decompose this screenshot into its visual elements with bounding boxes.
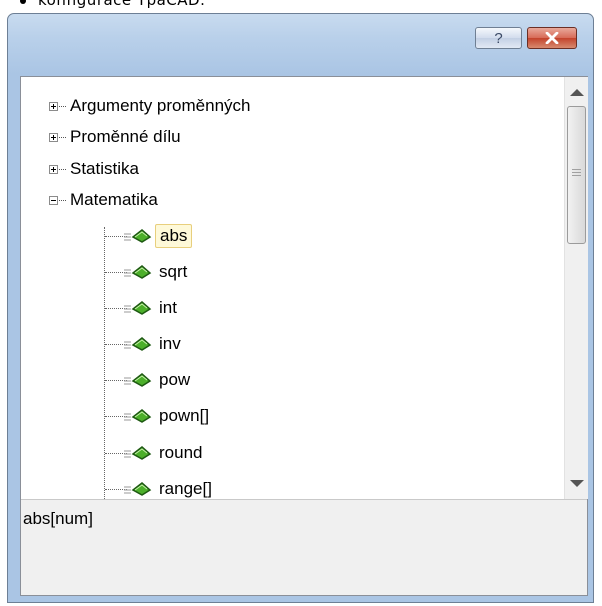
tree-group-label: Proměnné dílu [70,127,181,146]
vertical-scrollbar[interactable] [564,77,588,499]
caption-label: konfigurace TpaCAD. [38,0,206,9]
tree-group-label: Matematika [70,190,158,209]
tree-item-label: sqrt [159,262,188,281]
description-text: abs[num] [23,509,93,528]
expand-plus-icon[interactable] [49,101,58,111]
tree-item-pown[interactable]: pown[] [121,401,213,431]
tree-item-label: inv [159,334,181,353]
help-icon: ? [494,29,503,47]
tree-item-inv[interactable]: inv [121,329,185,359]
tree-item-label: abs [155,224,193,248]
scroll-up-arrow-icon[interactable] [570,89,584,96]
tree-item-pow[interactable]: pow [121,365,194,395]
function-icon [121,407,153,425]
description-panel: abs[num] [21,499,587,595]
close-button[interactable] [527,27,577,49]
tree-group-statistika[interactable]: Statistika [49,154,139,184]
caption-text: konfigurace TpaCAD. [20,0,205,9]
function-icon [121,335,153,353]
function-icon [121,263,153,281]
function-icon [121,444,153,462]
tree-group-label: Argumenty proměnných [70,96,251,115]
function-icon [121,299,153,317]
tree-item-int[interactable]: int [121,293,181,323]
dialog-window: ? Argumenty proměnných Proměnné dílu Sta… [7,13,594,603]
function-icon [121,227,153,245]
tree-connector-line [104,227,105,499]
function-icon [121,371,153,389]
tree-item-label: round [159,443,203,462]
tree-item-label: pown[] [159,406,210,425]
tree-group-label: Statistika [70,159,139,178]
tree-item-round[interactable]: round [121,438,206,468]
tree-group-argumenty[interactable]: Argumenty proměnných [49,91,250,121]
tree-item-abs[interactable]: abs [121,221,193,251]
scrollbar-thumb[interactable] [567,106,586,244]
help-button[interactable]: ? [475,27,522,49]
collapse-minus-icon[interactable] [49,195,58,205]
tree-item-label: pow [159,370,191,389]
tree-item-range[interactable]: range[] [121,474,216,499]
expand-plus-icon[interactable] [49,164,58,174]
function-icon [121,480,153,498]
tree-item-label: range[] [159,479,212,498]
scroll-down-arrow-icon[interactable] [570,480,584,487]
function-tree[interactable]: Argumenty proměnných Proměnné dílu Stati… [21,77,564,499]
bullet-icon [20,0,26,4]
expand-plus-icon[interactable] [49,132,58,142]
content-panel: Argumenty proměnných Proměnné dílu Stati… [20,76,588,596]
tree-item-sqrt[interactable]: sqrt [121,257,191,287]
tree-group-promenne-dilu[interactable]: Proměnné dílu [49,122,181,152]
tree-group-matematika[interactable]: Matematika [49,185,158,215]
tree-item-label: int [159,298,177,317]
close-icon [545,32,559,44]
